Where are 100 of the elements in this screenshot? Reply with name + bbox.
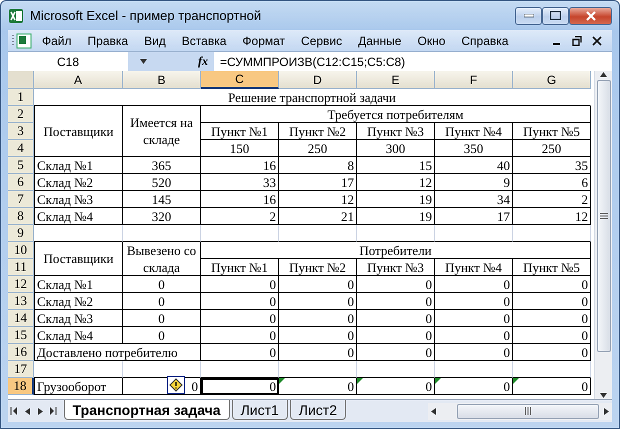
- sheet-tab[interactable]: Лист2: [290, 400, 346, 420]
- column-header[interactable]: E: [357, 71, 435, 89]
- menu-item[interactable]: Правка: [80, 32, 136, 50]
- table-cell: Склад №2: [34, 293, 123, 310]
- menu-item[interactable]: Файл: [34, 32, 80, 50]
- table-cell: 16: [201, 191, 279, 208]
- row-header[interactable]: 3: [8, 123, 34, 140]
- scroll-right-arrow-icon[interactable]: [603, 408, 610, 414]
- column-header[interactable]: A: [34, 71, 123, 89]
- table-cell: Пункт №4: [435, 259, 513, 276]
- table-cell: 300: [357, 140, 435, 157]
- table-cell: 0: [201, 310, 279, 327]
- column-header[interactable]: B: [123, 71, 201, 89]
- table-cell: 19: [357, 208, 435, 225]
- table-cell: 520: [123, 174, 201, 191]
- row-header[interactable]: 11: [8, 259, 34, 276]
- table-cell: 40: [435, 157, 513, 174]
- table-cell: Пункт №2: [279, 123, 357, 140]
- table-cell: Пункт №5: [513, 123, 591, 140]
- row-header[interactable]: 5: [8, 157, 34, 174]
- grip-icon: [600, 213, 608, 219]
- column-header[interactable]: G: [513, 71, 591, 89]
- table-cell: 0: [435, 293, 513, 310]
- table-cell: 0: [201, 378, 279, 395]
- row-header[interactable]: 18: [8, 378, 34, 395]
- warning-icon[interactable]: [167, 376, 185, 394]
- grip-icon: [525, 407, 531, 415]
- table-cell: Имеется на складе: [123, 106, 201, 157]
- name-box[interactable]: C18: [8, 52, 128, 71]
- table-cell: Пункт №3: [357, 123, 435, 140]
- close-button[interactable]: [569, 6, 612, 24]
- row-header[interactable]: 4: [8, 140, 34, 157]
- scroll-thumb[interactable]: [596, 80, 610, 352]
- formula-field[interactable]: =СУММПРОИЗВ(C12:C15;C5:C8): [214, 52, 612, 71]
- row-header[interactable]: 8: [8, 208, 34, 225]
- table-cell: 0: [279, 310, 357, 327]
- table-cell: 33: [201, 174, 279, 191]
- table-cell: Доставлено потребителю: [34, 344, 201, 361]
- scroll-up-arrow-icon[interactable]: [600, 71, 607, 78]
- sheet-tab[interactable]: Лист1: [232, 400, 288, 420]
- last-icon: [49, 407, 58, 415]
- table-cell: 0: [513, 344, 591, 361]
- row-header[interactable]: 12: [8, 276, 34, 293]
- menu-item[interactable]: Вставка: [174, 32, 234, 50]
- table-cell: 0: [357, 293, 435, 310]
- table-cell: 0: [201, 276, 279, 293]
- insert-function-button[interactable]: fx: [158, 52, 214, 71]
- table-cell: Склад №3: [34, 191, 123, 208]
- table-cell: 16: [201, 157, 279, 174]
- table-cell: 6: [513, 174, 591, 191]
- menu-item[interactable]: Формат: [234, 32, 294, 50]
- scroll-thumb[interactable]: [457, 404, 599, 418]
- table-cell: 0: [201, 327, 279, 344]
- menu-item[interactable]: Сервис: [293, 32, 350, 50]
- scroll-down-arrow-icon[interactable]: [600, 392, 607, 399]
- row-header[interactable]: 10: [8, 242, 34, 259]
- table-cell: 0: [279, 327, 357, 344]
- table-cell: 12: [279, 191, 357, 208]
- row-header[interactable]: 2: [8, 106, 34, 123]
- vertical-scrollbar[interactable]: [594, 71, 612, 399]
- restore-icon[interactable]: [572, 36, 582, 46]
- row-header[interactable]: 6: [8, 174, 34, 191]
- menu-item[interactable]: Окно: [409, 32, 454, 50]
- row-header[interactable]: 16: [8, 344, 34, 361]
- menu-item[interactable]: Вид: [136, 32, 174, 50]
- scroll-left-arrow-icon[interactable]: [430, 408, 437, 414]
- table-cell: 0: [435, 276, 513, 293]
- table-cell: 0: [357, 327, 435, 344]
- row-header[interactable]: 1: [8, 89, 34, 106]
- minimize-button[interactable]: [515, 6, 542, 24]
- table-cell: Склад №4: [34, 327, 123, 344]
- close-icon[interactable]: [592, 36, 602, 46]
- row-header[interactable]: 17: [8, 361, 34, 378]
- table-cell: 2: [513, 191, 591, 208]
- column-header[interactable]: F: [435, 71, 513, 89]
- horizontal-scrollbar[interactable]: [428, 402, 612, 420]
- row-header[interactable]: 15: [8, 327, 34, 344]
- table-cell: 0: [123, 293, 201, 310]
- workbook-icon[interactable]: [12, 32, 34, 48]
- column-header[interactable]: D: [279, 71, 357, 89]
- menu-item[interactable]: Справка: [453, 32, 516, 50]
- table-cell: 0: [279, 378, 357, 395]
- table-cell: 0: [513, 378, 591, 395]
- name-box-dropdown[interactable]: [128, 52, 158, 71]
- table-cell: Склад №3: [34, 310, 123, 327]
- row-header[interactable]: 9: [8, 225, 34, 242]
- table-cell: 250: [513, 140, 591, 157]
- menu-item[interactable]: Данные: [350, 32, 410, 50]
- sheet-tab[interactable]: Транспортная задача: [64, 400, 230, 420]
- table-cell: 15: [357, 157, 435, 174]
- row-header[interactable]: 7: [8, 191, 34, 208]
- table-cell: Пункт №2: [279, 259, 357, 276]
- column-header[interactable]: C: [201, 71, 279, 89]
- row-header[interactable]: 13: [8, 293, 34, 310]
- table-cell: Склад №1: [34, 276, 123, 293]
- table-cell: Склад №4: [34, 208, 123, 225]
- table-cell: Требуется потребителям: [201, 106, 591, 123]
- table-cell: 0: [513, 327, 591, 344]
- maximize-button[interactable]: [542, 6, 569, 24]
- row-header[interactable]: 14: [8, 310, 34, 327]
